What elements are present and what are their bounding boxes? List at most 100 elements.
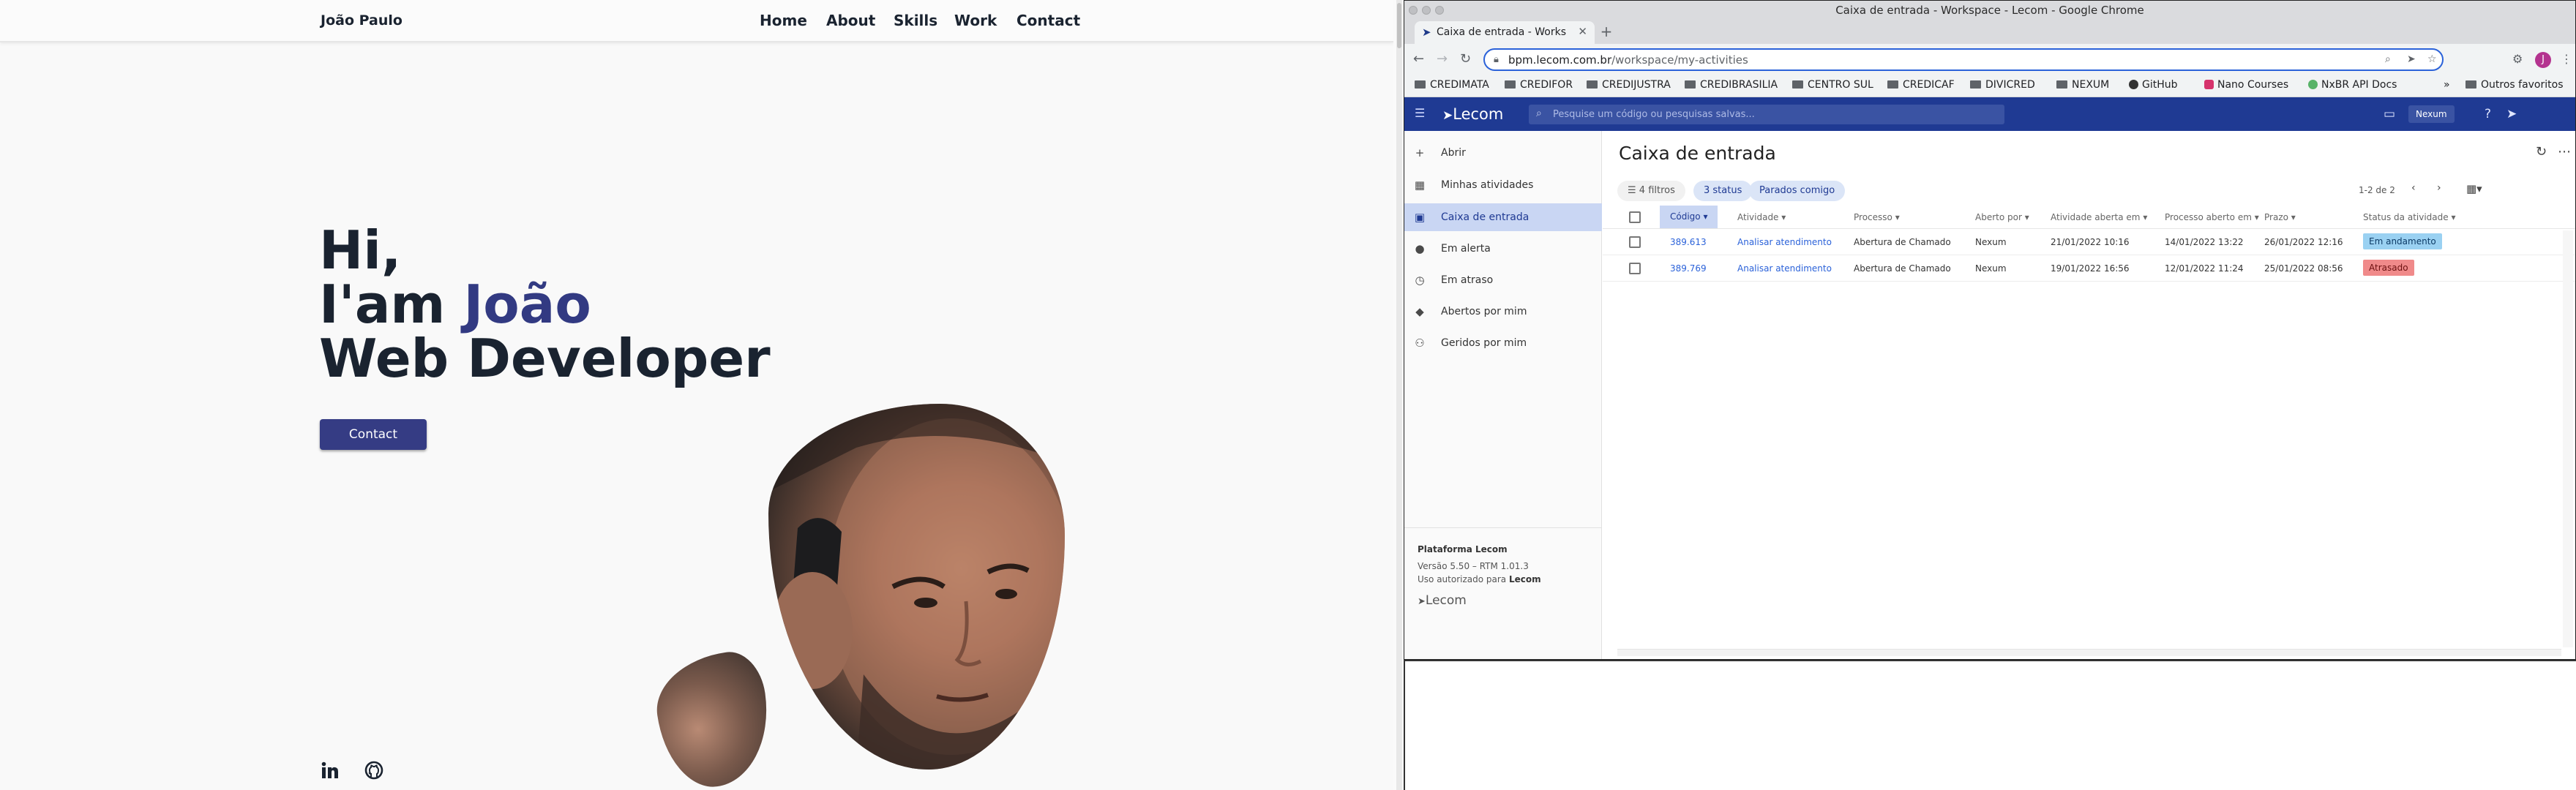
profile-avatar[interactable]: J [2535, 52, 2551, 68]
bookmark-credifor[interactable]: CREDIFOR [1505, 79, 1573, 91]
sidebar-item-caixa-de-entrada[interactable]: ▣ Caixa de entrada [1404, 203, 1602, 231]
col-atividade[interactable]: Atividade ▾ [1737, 212, 1786, 222]
portfolio-header: João Paulo Home About Skills Work Contac… [0, 0, 1393, 42]
row-checkbox[interactable] [1629, 263, 1641, 274]
bookmark-credicaf[interactable]: CREDICAF [1887, 79, 1955, 91]
bookmark-nano-courses[interactable]: Nano Courses [2204, 79, 2288, 91]
col-processo-aberto[interactable]: Processo aberto em ▾ [2165, 212, 2259, 222]
help-icon[interactable]: ? [2485, 107, 2491, 121]
col-label: Código [1670, 211, 1701, 222]
tab-close-icon[interactable]: ✕ [1578, 25, 1587, 38]
col-processo[interactable]: Processo ▾ [1854, 212, 1900, 222]
sidebar-item-minhas-atividades[interactable]: ▦ Minhas atividades [1404, 171, 1602, 199]
bookmark-label: CENTRO SUL [1808, 79, 1873, 91]
col-label: Prazo [2264, 212, 2288, 222]
bookmark-nxbr-api-docs[interactable]: NxBR API Docs [2308, 79, 2397, 91]
refresh-icon[interactable]: ↻ [2536, 144, 2547, 159]
columns-toggle-icon[interactable]: ▦▾ [2466, 182, 2482, 195]
sidebar-item-geridos-por-mim[interactable]: ⚇ Geridos por mim [1404, 329, 1602, 357]
bookmark-github[interactable]: GitHub [2129, 79, 2178, 91]
nav-skills[interactable]: Skills [894, 12, 937, 29]
row-atividade[interactable]: Analisar atendimento [1737, 263, 1832, 274]
portfolio-scroll-thumb[interactable] [1397, 3, 1401, 48]
nano-favicon-icon [2204, 80, 2214, 89]
bookmark-nexum[interactable]: NEXUM [2056, 79, 2109, 91]
more-options-icon[interactable]: ⋯ [2558, 144, 2571, 159]
linkedin-icon[interactable] [321, 761, 340, 780]
col-atividade-aberta[interactable]: Atividade aberta em ▾ [2051, 212, 2147, 222]
tab-caixa-de-entrada[interactable]: ➤ Caixa de entrada - Worksp ✕ [1415, 21, 1595, 44]
col-aberto-por[interactable]: Aberto por ▾ [1975, 212, 2029, 222]
row-codigo[interactable]: 389.769 [1670, 263, 1707, 274]
github-favicon-icon [2129, 80, 2138, 89]
sidebar-item-abrir[interactable]: + Abrir [1404, 139, 1602, 167]
next-page-icon[interactable]: › [2437, 182, 2441, 194]
col-status[interactable]: Status da atividade ▾ [2363, 212, 2455, 222]
new-tab-button[interactable]: + [1598, 23, 1615, 41]
row-codigo[interactable]: 389.613 [1670, 237, 1707, 247]
bookmark-credibrasilia[interactable]: CREDIBRASILIA [1685, 79, 1778, 91]
bookmark-credimata[interactable]: CREDIMATA [1415, 79, 1489, 91]
row-aberto-por: Nexum [1975, 263, 2007, 274]
lock-icon[interactable]: 🔒︎ [1494, 54, 1499, 65]
nav-work[interactable]: Work [954, 12, 997, 29]
col-label: Atividade [1737, 212, 1779, 222]
filters-chip[interactable]: ☰ 4 filtros [1617, 181, 1685, 201]
forward-icon[interactable]: → [1437, 51, 1448, 67]
reload-icon[interactable]: ↻ [1460, 51, 1471, 67]
bookmark-star-icon[interactable]: ☆ [2427, 53, 2437, 65]
address-bar[interactable]: 🔒︎ bpm.lecom.com.br/workspace/my-activit… [1483, 48, 2444, 71]
github-icon[interactable] [364, 761, 383, 780]
sidebar-item-em-atraso[interactable]: ◷ Em atraso [1404, 266, 1602, 294]
portfolio-brand[interactable]: João Paulo [321, 12, 402, 29]
user-chip[interactable]: Nexum [2408, 105, 2455, 123]
lecom-favicon-icon: ➤ [1422, 26, 1431, 39]
row-atividade[interactable]: Analisar atendimento [1737, 237, 1832, 247]
portfolio-scrollbar[interactable] [1396, 0, 1402, 790]
lecom-logo-text: Lecom [1453, 105, 1504, 123]
parados-comigo-chip[interactable]: Parados comigo [1749, 181, 1846, 201]
chat-icon[interactable]: ▭ [2384, 107, 2395, 121]
bookmark-credijustra[interactable]: CREDIJUSTRA [1587, 79, 1671, 91]
sidebar-item-em-alerta[interactable]: ● Em alerta [1404, 235, 1602, 263]
url-text[interactable]: bpm.lecom.com.br/workspace/my-activities [1508, 53, 1748, 67]
folder-icon [1685, 80, 1696, 89]
col-codigo[interactable]: Código ▾ [1660, 206, 1718, 228]
table-vertical-scrollbar[interactable] [2563, 230, 2573, 647]
send-icon[interactable]: ➤ [2407, 53, 2416, 65]
nav-home[interactable]: Home [760, 12, 807, 29]
bookmark-label: Outros favoritos [2481, 79, 2564, 91]
app-search[interactable]: ⌕ Pesquise um código ou pesquisas salvas… [1529, 105, 2004, 124]
window-titlebar[interactable]: Caixa de entrada - Workspace - Lecom - G… [1404, 1, 2575, 19]
status-chip[interactable]: 3 status [1693, 181, 1753, 201]
bookmark-centro-sul[interactable]: CENTRO SUL [1792, 79, 1873, 91]
col-prazo[interactable]: Prazo ▾ [2264, 212, 2296, 222]
zoom-icon[interactable]: ⌕ [2385, 53, 2391, 65]
chrome-menu-icon[interactable]: ⋮ [2561, 52, 2572, 66]
bookmark-divicred[interactable]: DIVICRED [1970, 79, 2035, 91]
folder-icon [1887, 80, 1898, 89]
nav-contact[interactable]: Contact [1016, 12, 1080, 29]
table-horizontal-scrollbar[interactable] [1617, 649, 2561, 656]
select-all-checkbox[interactable] [1629, 211, 1641, 223]
sidebar-item-abertos-por-mim[interactable]: ◆ Abertos por mim [1404, 298, 1602, 326]
contact-button[interactable]: Contact [320, 419, 427, 450]
nav-about[interactable]: About [826, 12, 875, 29]
menu-icon[interactable]: ☰ [1415, 106, 1428, 120]
back-icon[interactable]: ← [1413, 51, 1424, 67]
bookmark-other-favorites[interactable]: Outros favoritos [2465, 79, 2564, 91]
bookmarks-overflow-button[interactable]: » [2444, 79, 2450, 91]
page-title: Caixa de entrada [1619, 143, 1776, 164]
window-title: Caixa de entrada - Workspace - Lecom - G… [1835, 4, 2144, 17]
extensions-icon[interactable]: ⚙ [2512, 52, 2523, 66]
pager-count: 1-2 de 2 [2359, 185, 2395, 195]
send-shortcut-icon[interactable]: ➤ [2506, 107, 2517, 121]
lecom-logo[interactable]: ➤Lecom [1442, 105, 1503, 123]
folder-icon [1415, 80, 1426, 89]
table-row[interactable]: 389.769 Analisar atendimento Abertura de… [1603, 255, 2575, 282]
row-checkbox[interactable] [1629, 236, 1641, 248]
platform-name: Plataforma Lecom [1418, 544, 1508, 554]
prev-page-icon[interactable]: ‹ [2411, 182, 2416, 194]
browser-toolbar: ← → ↻ 🔒︎ bpm.lecom.com.br/workspace/my-a… [1404, 44, 2575, 75]
table-row[interactable]: 389.613 Analisar atendimento Abertura de… [1603, 229, 2575, 255]
